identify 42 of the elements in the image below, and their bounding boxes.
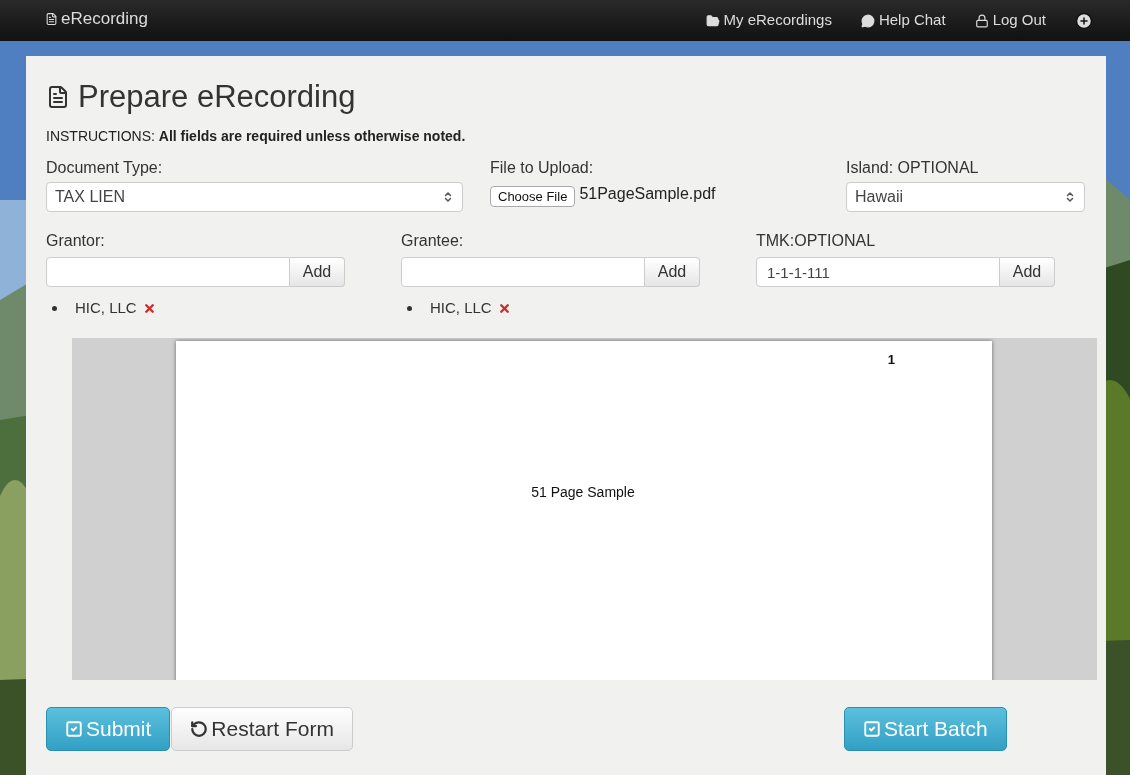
field-label: File to Upload: xyxy=(490,158,595,178)
text-input[interactable] xyxy=(46,257,290,287)
select-arrows-icon xyxy=(442,190,454,204)
nav-link[interactable]: My eRecordings xyxy=(705,9,832,32)
select-dropdown[interactable]: Hawaii xyxy=(846,182,1085,212)
party-name: HIC, LLC xyxy=(75,297,137,318)
nav-link[interactable]: Help Chat xyxy=(860,9,946,32)
page-title: Prepare eRecording xyxy=(46,78,1086,116)
remove-icon[interactable] xyxy=(142,301,156,315)
folder-icon xyxy=(705,13,720,28)
checkbox-icon xyxy=(862,720,881,738)
file-name: 51PageSample.pdf xyxy=(579,184,716,204)
choose-file-button[interactable]: Choose File xyxy=(490,186,576,207)
brand-link[interactable]: eRecording xyxy=(45,5,148,32)
page-number: 1 xyxy=(887,351,895,369)
field-label: TMK:OPTIONAL xyxy=(756,231,877,251)
text-input[interactable]: 1-1-1-111 xyxy=(756,257,1000,287)
add-icon[interactable] xyxy=(1075,11,1093,30)
text-input[interactable] xyxy=(401,257,645,287)
select-dropdown[interactable]: TAX LIEN xyxy=(46,182,463,212)
add-button[interactable]: Add xyxy=(290,257,345,287)
remove-icon[interactable] xyxy=(497,301,511,315)
field-label: Island: OPTIONAL xyxy=(846,158,980,178)
nav-link[interactable]: Log Out xyxy=(974,9,1046,32)
select-arrows-icon xyxy=(1064,190,1076,204)
field-label: Grantee: xyxy=(401,231,465,251)
document-icon xyxy=(45,11,58,26)
restart-icon xyxy=(190,720,209,738)
checkbox-icon xyxy=(65,720,83,738)
party-name: HIC, LLC xyxy=(430,297,492,318)
add-button[interactable]: Add xyxy=(1000,257,1055,287)
page-text: 51 Page Sample xyxy=(531,482,635,502)
field-label: Grantor: xyxy=(46,231,106,251)
document-icon xyxy=(46,83,70,111)
chat-bubble-icon xyxy=(860,13,875,28)
field-label: Document Type: xyxy=(46,158,164,178)
bullet-icon xyxy=(52,305,57,311)
bullet-icon xyxy=(407,305,412,311)
secondary-button[interactable]: Restart Form xyxy=(171,707,353,751)
instructions-text: INSTRUCTIONS: All fields are required unless otherwise noted. xyxy=(46,127,467,146)
lock-icon xyxy=(974,13,989,28)
add-button[interactable]: Add xyxy=(645,257,700,287)
